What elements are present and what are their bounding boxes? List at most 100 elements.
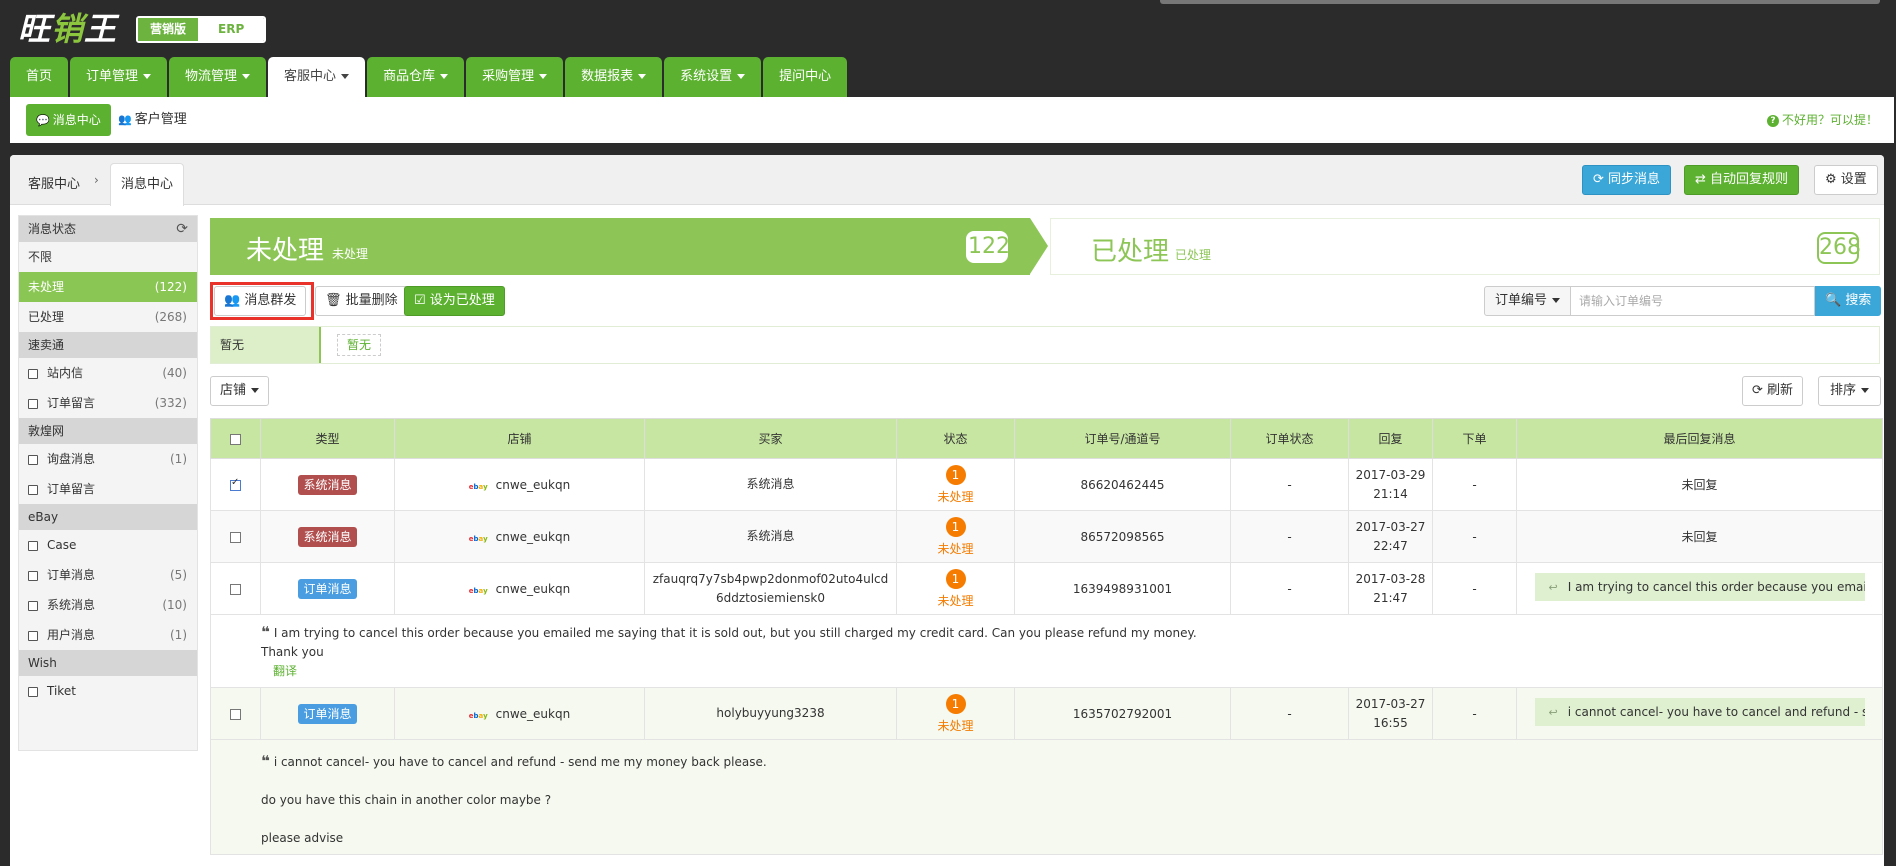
sidebar-item[interactable]: Tiket xyxy=(19,676,197,706)
row-select-cell[interactable] xyxy=(210,510,261,563)
sidebar-checkbox[interactable] xyxy=(28,454,38,465)
type-cell: 系统消息 xyxy=(260,510,395,563)
sidebar-item[interactable]: 询盘消息 (1) xyxy=(19,444,197,474)
last-reply-preview[interactable]: ↩ I am trying to cancel this order becaus… xyxy=(1534,573,1865,601)
row-select-cell[interactable] xyxy=(210,687,261,740)
pending-tab[interactable]: 未处理 未处理 122 xyxy=(210,218,1030,275)
row-select-cell[interactable] xyxy=(210,458,261,511)
last-reply-cell[interactable]: ↩ I am trying to cancel this order becaus… xyxy=(1516,562,1883,615)
done-tab[interactable]: 已处理 已处理 268 xyxy=(1050,218,1880,275)
sidebar-checkbox[interactable] xyxy=(28,398,38,409)
sidebar-item[interactable]: 用户消息 (1) xyxy=(19,620,197,650)
message-detail-row: ❝ I am trying to cancel this order becaus… xyxy=(210,614,1883,688)
order-placed: - xyxy=(1472,581,1477,596)
nav-tab-1[interactable]: 订单管理 xyxy=(70,57,168,97)
status-count-dot: 1 xyxy=(945,516,966,537)
table-row[interactable]: 订单消息 ebay cnwe_eukqn holybuyyung3238 1 未处理 163… xyxy=(210,687,1883,740)
nav-tab-5[interactable]: 采购管理 xyxy=(466,57,564,97)
sidebar-item-count: (10) xyxy=(162,598,187,612)
breadcrumb-current-tab[interactable]: 消息中心 xyxy=(110,163,185,206)
sidebar-checkbox[interactable] xyxy=(28,484,38,495)
nav-tab-label: 首页 xyxy=(26,69,53,84)
sidebar-item-label: 不限 xyxy=(28,250,53,264)
feedback-link[interactable]: ? 不好用？可以提！ xyxy=(1766,104,1878,136)
done-subtitle: 已处理 xyxy=(1175,248,1212,262)
edition-switch[interactable]: 营销版 ERP xyxy=(136,16,267,43)
select-all-header[interactable] xyxy=(210,418,261,459)
order-status: - xyxy=(1287,581,1292,596)
search-bar: 订单编号 🔍 搜索 xyxy=(1484,286,1882,316)
sidebar-checkbox[interactable] xyxy=(28,630,38,641)
table-row[interactable]: 系统消息 ebay cnwe_eukqn 系统消息 1 未处理 86620462445 - 20… xyxy=(210,458,1883,511)
order-status: - xyxy=(1287,477,1292,492)
sidebar-item[interactable]: Case xyxy=(19,530,197,560)
tag-chip[interactable]: 暂无 xyxy=(337,334,382,356)
chevron-down-icon xyxy=(1552,298,1561,303)
sidebar-checkbox[interactable] xyxy=(28,540,38,551)
sub-nav: 💬 消息中心 👥 客户管理 ? 不好用？可以提！ xyxy=(10,97,1894,143)
sidebar-checkbox[interactable] xyxy=(28,570,38,581)
sidebar-item[interactable]: 订单留言 xyxy=(19,474,197,504)
nav-tab-3[interactable]: 客服中心 xyxy=(268,57,366,97)
sidebar-checkbox[interactable] xyxy=(28,368,38,379)
auto-reply-rules-button[interactable]: ⇄ 自动回复规则 xyxy=(1684,165,1800,195)
search-field-select[interactable]: 订单编号 xyxy=(1484,286,1572,316)
translate-link[interactable]: 翻译 xyxy=(269,664,297,678)
sidebar-item[interactable]: 系统消息 (10) xyxy=(19,590,197,620)
message-center-button[interactable]: 💬 消息中心 xyxy=(26,104,111,136)
sidebar-item[interactable]: 未处理 (122) xyxy=(19,272,197,302)
table-row[interactable]: 系统消息 ebay cnwe_eukqn 系统消息 1 未处理 86572098565 - 20… xyxy=(210,510,1883,563)
nav-tab-8[interactable]: 提问中心 xyxy=(763,57,848,97)
sort-dropdown[interactable]: 排序 xyxy=(1818,376,1882,406)
row-checkbox[interactable] xyxy=(230,708,241,720)
last-reply-text: i cannot cancel- you have to cancel and … xyxy=(1567,705,1865,719)
last-reply-preview[interactable]: ↩ i cannot cancel- you have to cancel and… xyxy=(1534,698,1865,726)
breadcrumb-separator: › xyxy=(94,173,99,187)
shop-cell: ebay cnwe_eukqn xyxy=(394,458,645,511)
ebay-logo-icon: ebay xyxy=(468,534,488,543)
batch-delete-button[interactable]: 🗑 批量删除 xyxy=(315,286,408,316)
breadcrumb-root[interactable]: 客服中心 xyxy=(28,173,80,192)
sidebar-item[interactable]: 站内信 (40) xyxy=(19,358,197,388)
sidebar-item-label: 系统消息 xyxy=(47,598,96,612)
nav-tab-6[interactable]: 数据报表 xyxy=(565,57,663,97)
status-count-dot: 1 xyxy=(945,693,966,714)
table-row[interactable]: 订单消息 ebay cnwe_eukqn zfauqrq7y7sb4pwp2donmo… xyxy=(210,562,1883,615)
mark-done-button[interactable]: ☑ 设为已处理 xyxy=(404,286,505,316)
app-logo[interactable]: 旺销王 xyxy=(18,4,117,50)
sidebar-checkbox[interactable] xyxy=(28,600,38,611)
edition-marketing[interactable]: 营销版 xyxy=(138,18,199,41)
sidebar-group-title: 消息状态 xyxy=(28,222,77,236)
row-checkbox[interactable] xyxy=(230,531,241,543)
chevron-down-icon xyxy=(737,74,746,79)
refresh-icon[interactable]: ⟳ xyxy=(176,216,188,242)
main-nav: 首页 订单管理 物流管理 客服中心 商品仓库 采购管理 数据报表 系统设置 提问中心 xyxy=(10,57,848,97)
edition-erp[interactable]: ERP xyxy=(198,18,265,41)
shop-filter-dropdown[interactable]: 店铺 xyxy=(210,376,270,406)
customer-manage-link[interactable]: 👥 客户管理 xyxy=(118,104,187,136)
buyer-cell: zfauqrq7y7sb4pwp2donmof02uto4ulcd6ddztos… xyxy=(644,562,897,615)
sync-messages-button[interactable]: ⟳ 同步消息 xyxy=(1582,165,1672,195)
row-select-cell[interactable] xyxy=(210,562,261,615)
sidebar-item[interactable]: 订单留言 (332) xyxy=(19,388,197,418)
sidebar-item[interactable]: 不限 xyxy=(19,242,197,272)
reply-date: 2017-03-28 xyxy=(1355,571,1426,586)
last-reply-cell[interactable]: ↩ i cannot cancel- you have to cancel and… xyxy=(1516,687,1883,740)
nav-tab-7[interactable]: 系统设置 xyxy=(664,57,762,97)
settings-button[interactable]: ⚙ 设置 xyxy=(1814,165,1878,195)
nav-tab-0[interactable]: 首页 xyxy=(10,57,69,97)
order-status-cell: - xyxy=(1230,458,1349,511)
last-reply-text: 未回复 xyxy=(1681,530,1718,544)
placed-cell: - xyxy=(1432,458,1517,511)
sidebar-checkbox[interactable] xyxy=(28,686,38,697)
sidebar-item[interactable]: 订单消息 (5) xyxy=(19,560,197,590)
row-checkbox[interactable] xyxy=(230,583,241,595)
refresh-button[interactable]: ⟳ 刷新 xyxy=(1742,376,1804,406)
nav-tab-2[interactable]: 物流管理 xyxy=(169,57,267,97)
row-checkbox[interactable] xyxy=(230,477,241,491)
select-all-checkbox[interactable] xyxy=(230,433,241,445)
sidebar-item[interactable]: 已处理 (268) xyxy=(19,302,197,332)
search-input[interactable] xyxy=(1571,286,1816,316)
search-button[interactable]: 🔍 搜索 xyxy=(1815,286,1882,316)
nav-tab-4[interactable]: 商品仓库 xyxy=(367,57,465,97)
